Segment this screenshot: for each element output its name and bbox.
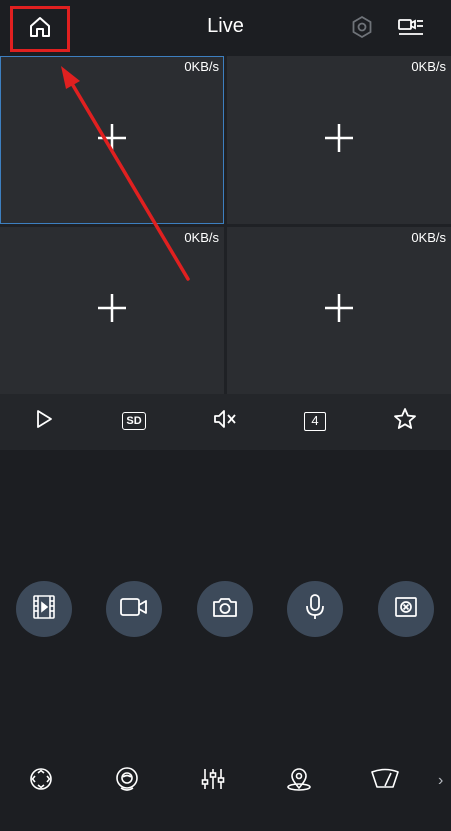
plus-icon[interactable] — [323, 122, 355, 159]
settings-icon — [350, 15, 374, 44]
more-arrow[interactable]: › — [438, 772, 443, 790]
bitrate-label: 0KB/s — [411, 230, 446, 245]
sd-quality-icon: SD — [122, 412, 146, 430]
split-screen-icon: 4 — [304, 411, 326, 431]
star-icon — [393, 407, 417, 436]
sd-quality-button[interactable]: SD — [119, 406, 149, 436]
device-list-icon — [397, 15, 425, 44]
video-cell-2[interactable]: 0KB/s — [227, 56, 451, 224]
talk-button[interactable] — [287, 581, 343, 637]
ptz-icon — [28, 766, 54, 797]
play-icon — [33, 408, 55, 435]
settings-button[interactable] — [347, 14, 377, 44]
video-cell-1[interactable]: 0KB/s — [0, 56, 224, 224]
snapshot-button[interactable] — [197, 581, 253, 637]
location-pin-icon — [286, 766, 312, 797]
microphone-icon — [303, 593, 327, 626]
split-screen-button[interactable]: 4 — [300, 406, 330, 436]
bitrate-label: 0KB/s — [411, 59, 446, 74]
fisheye-button[interactable] — [378, 581, 434, 637]
image-adjust-button[interactable] — [198, 766, 228, 796]
playback-icon — [31, 594, 57, 625]
plus-icon[interactable] — [323, 292, 355, 329]
sliders-icon — [200, 766, 226, 797]
record-button[interactable] — [106, 581, 162, 637]
video-cell-4[interactable]: 0KB/s — [227, 227, 451, 394]
preset-button[interactable] — [112, 766, 142, 796]
location-button[interactable] — [284, 766, 314, 796]
video-cell-3[interactable]: 0KB/s — [0, 227, 224, 394]
video-camera-icon — [119, 595, 149, 624]
plus-icon[interactable] — [96, 122, 128, 159]
video-grid: 0KB/s 0KB/s 0KB/s 0KB/s — [0, 56, 451, 394]
wiper-button[interactable] — [370, 766, 400, 796]
favorite-button[interactable] — [390, 406, 420, 436]
fisheye-icon — [393, 594, 419, 625]
plus-icon[interactable] — [96, 292, 128, 329]
device-list-button[interactable] — [396, 14, 426, 44]
preset-icon — [114, 766, 140, 797]
mute-icon — [212, 408, 238, 435]
bitrate-label: 0KB/s — [184, 59, 219, 74]
camera-icon — [211, 595, 239, 624]
header-bar: Live — [0, 0, 451, 56]
page-title: Live — [207, 15, 244, 37]
live-toolbar: SD 4 — [0, 394, 451, 450]
mute-button[interactable] — [210, 406, 240, 436]
play-button[interactable] — [29, 406, 59, 436]
playback-button[interactable] — [16, 581, 72, 637]
wiper-icon — [370, 766, 400, 797]
bitrate-label: 0KB/s — [184, 230, 219, 245]
ptz-button[interactable] — [26, 766, 56, 796]
